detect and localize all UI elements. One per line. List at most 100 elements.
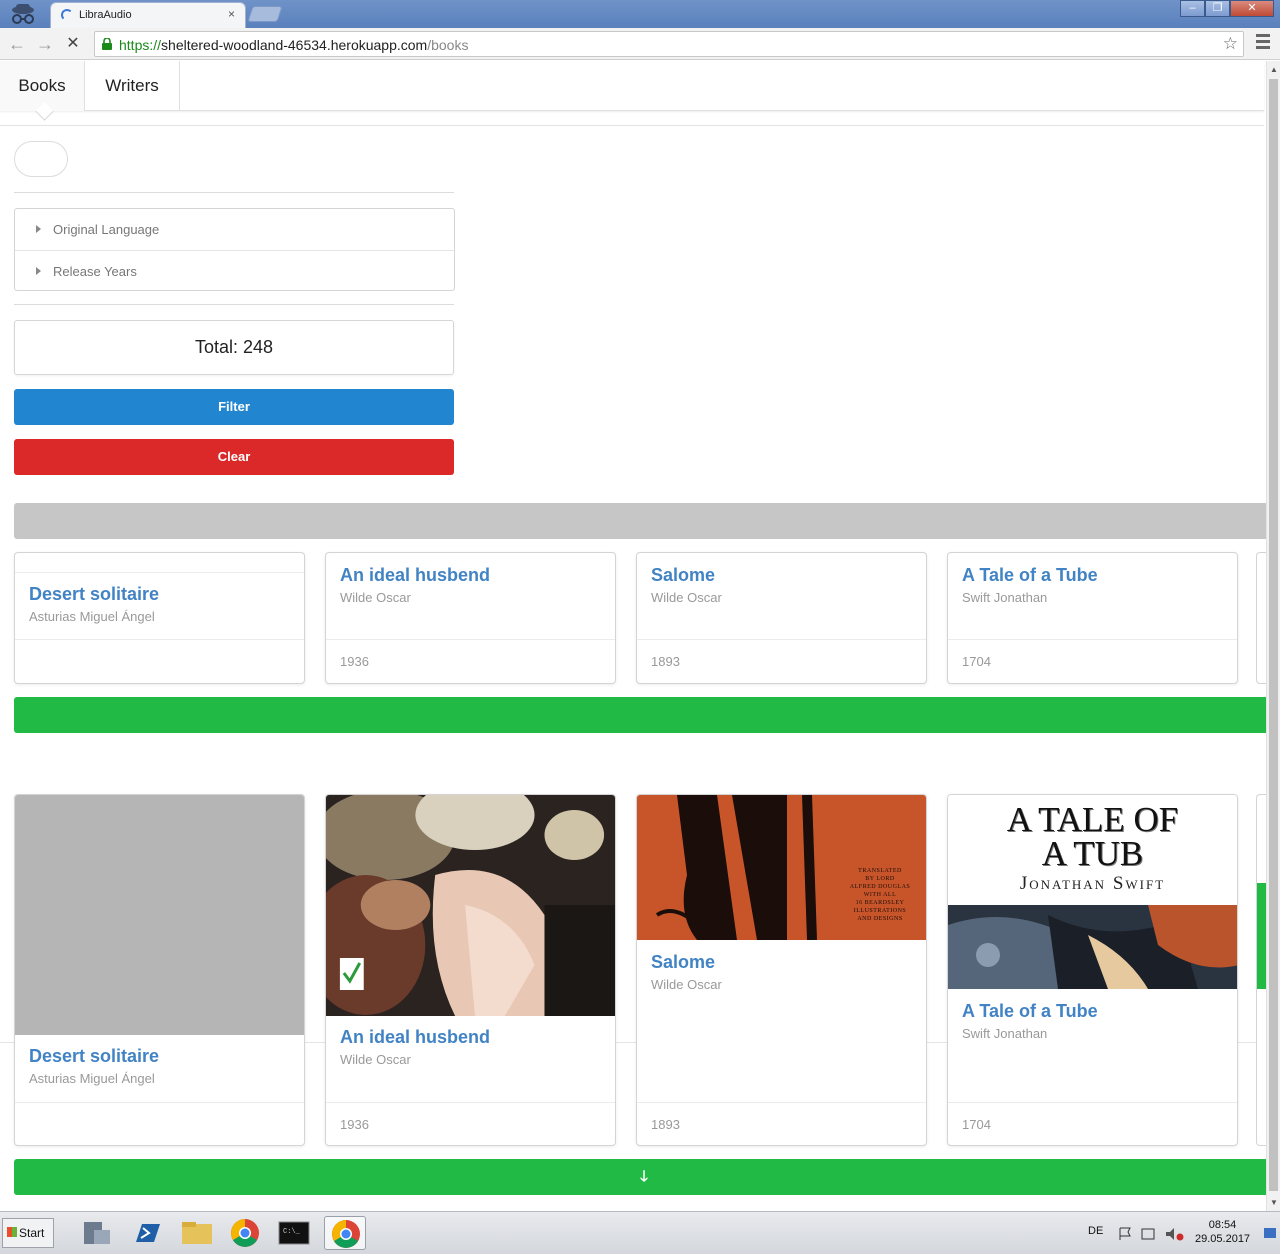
language-indicator[interactable]: DE — [1088, 1225, 1103, 1237]
book-title[interactable]: Desert solitaire — [29, 584, 159, 605]
minimize-button[interactable]: – — [1180, 0, 1205, 17]
divider — [637, 1102, 926, 1103]
load-more-bar[interactable] — [14, 697, 1266, 733]
taskbar: Start C:\_ DE 08:54 29.05.2017 — [0, 1211, 1280, 1254]
tab-title: LibraAudio — [79, 9, 132, 21]
book-card[interactable]: An ideal husbend Wilde Oscar 1936 — [325, 794, 616, 1146]
book-title[interactable]: A Tale of a Tube — [962, 1001, 1098, 1022]
scroll-up-icon[interactable]: ▲ — [1270, 65, 1278, 74]
book-year: 1704 — [962, 1117, 991, 1132]
back-button[interactable]: ← — [6, 33, 28, 55]
book-author: Wilde Oscar — [651, 977, 722, 992]
cover-text: TRANSLATED BY LORD ALFRED DOUGLAS WITH A… — [849, 868, 911, 922]
divider — [15, 572, 304, 573]
tab-books[interactable]: Books — [0, 61, 85, 111]
divider — [326, 1102, 615, 1103]
divider — [15, 639, 304, 640]
filter-button[interactable]: Filter — [14, 389, 454, 425]
book-card[interactable]: Desert solitaire Asturias Miguel Ángel — [14, 794, 305, 1146]
browser-tab[interactable]: LibraAudio × — [50, 2, 246, 28]
book-card[interactable]: A TALE OF A TUB Jonathan Swift A Tale of… — [947, 794, 1238, 1146]
scroll-down-icon[interactable]: ▼ — [1270, 1198, 1278, 1207]
system-clock[interactable]: 08:54 29.05.2017 — [1195, 1218, 1250, 1246]
book-title[interactable]: A Tale of a Tube — [962, 565, 1098, 586]
filter-release-years[interactable]: Release Years — [15, 250, 454, 291]
cover-title: A TALE OF A TUB — [1006, 800, 1179, 873]
close-tab-icon[interactable]: × — [228, 7, 235, 21]
cover-author: Jonathan Swift — [1019, 873, 1166, 894]
divider — [948, 1102, 1237, 1103]
book-card[interactable]: Desert solitaire Asturias Miguel Ángel — [14, 552, 305, 684]
menu-icon[interactable] — [1256, 34, 1270, 50]
filter-accordion: Original Language Release Years — [14, 208, 455, 291]
vertical-scrollbar[interactable]: ▲ ▼ — [1266, 61, 1280, 1211]
book-card-partial — [1256, 794, 1266, 1146]
cover-placeholder — [15, 795, 304, 1035]
search-pill[interactable] — [14, 141, 68, 177]
stop-loading-button[interactable]: ✕ — [62, 33, 84, 55]
restore-button[interactable]: ❐ — [1205, 0, 1230, 17]
chrome-icon[interactable] — [224, 1216, 266, 1250]
book-title[interactable]: An ideal husbend — [340, 565, 490, 586]
filter-label: Original Language — [53, 222, 160, 237]
book-year: 1893 — [651, 654, 680, 669]
url-text: https://sheltered-woodland-46534.herokua… — [119, 37, 468, 53]
forward-button[interactable]: → — [34, 33, 56, 55]
book-title[interactable]: Desert solitaire — [29, 1046, 159, 1067]
book-year: 1704 — [962, 654, 991, 669]
cmd-icon[interactable]: C:\_ — [273, 1216, 315, 1250]
book-title[interactable]: Salome — [651, 565, 715, 586]
chrome-active-window[interactable] — [324, 1216, 366, 1250]
new-tab-button[interactable] — [247, 6, 283, 22]
divider — [0, 125, 1264, 126]
arrow-down-icon: 🡓 — [640, 1168, 648, 1185]
cover-artwork — [655, 795, 817, 940]
page-viewport: Books Writers Original Language Release … — [0, 61, 1266, 1211]
window-controls: – ❐ ✕ — [1180, 0, 1274, 18]
url-host: sheltered-woodland-46534.herokuapp.com — [161, 37, 428, 53]
book-cover-image: TRANSLATED BY LORD ALFRED DOUGLAS WITH A… — [637, 795, 926, 940]
star-icon[interactable]: ☆ — [1223, 34, 1238, 54]
book-card[interactable]: Salome Wilde Oscar 1893 — [636, 552, 927, 684]
server-manager-icon[interactable] — [76, 1216, 118, 1250]
divider — [326, 639, 615, 640]
book-title[interactable]: Salome — [651, 952, 715, 973]
divider — [14, 304, 454, 305]
book-author: Asturias Miguel Ángel — [29, 1071, 155, 1086]
book-card[interactable]: An ideal husbend Wilde Oscar 1936 — [325, 552, 616, 684]
url-scheme: https:// — [119, 37, 162, 53]
top-navigation: Books Writers — [0, 61, 1264, 111]
caret-right-icon — [36, 225, 41, 233]
book-author: Swift Jonathan — [962, 590, 1048, 605]
tray-icons[interactable] — [1118, 1226, 1188, 1242]
book-author: Asturias Miguel Ángel — [29, 609, 155, 624]
load-more-button[interactable]: 🡓 — [14, 1159, 1266, 1195]
divider — [637, 639, 926, 640]
book-author: Wilde Oscar — [340, 1052, 411, 1067]
book-year: 1893 — [651, 1117, 680, 1132]
book-title[interactable]: An ideal husbend — [340, 1027, 490, 1048]
browser-toolbar: ← → ✕ https://sheltered-woodland-46534.h… — [0, 28, 1280, 60]
filter-original-language[interactable]: Original Language — [15, 209, 454, 250]
clear-button[interactable]: Clear — [14, 439, 454, 475]
browser-titlebar: LibraAudio × – ❐ ✕ — [0, 0, 1280, 28]
tab-writers[interactable]: Writers — [85, 61, 180, 111]
divider — [14, 192, 454, 193]
powershell-icon[interactable] — [126, 1216, 168, 1250]
loading-icon — [61, 9, 73, 21]
book-year: 1936 — [340, 1117, 369, 1132]
explorer-icon[interactable] — [176, 1216, 218, 1250]
book-author: Swift Jonathan — [962, 1026, 1048, 1041]
lock-icon — [102, 38, 112, 50]
cover-artwork — [948, 905, 1237, 989]
book-cover-image: A TALE OF A TUB Jonathan Swift — [948, 795, 1237, 989]
close-window-button[interactable]: ✕ — [1230, 0, 1274, 17]
divider — [15, 1102, 304, 1103]
scroll-thumb[interactable] — [1269, 79, 1278, 1191]
book-card[interactable]: A Tale of a Tube Swift Jonathan 1704 — [947, 552, 1238, 684]
book-card[interactable]: TRANSLATED BY LORD ALFRED DOUGLAS WITH A… — [636, 794, 927, 1146]
address-bar[interactable]: https://sheltered-woodland-46534.herokua… — [94, 31, 1244, 57]
start-button[interactable]: Start — [2, 1218, 54, 1248]
system-tray: DE 08:54 29.05.2017 — [1080, 1212, 1280, 1255]
show-desktop-button[interactable] — [1264, 1228, 1276, 1238]
